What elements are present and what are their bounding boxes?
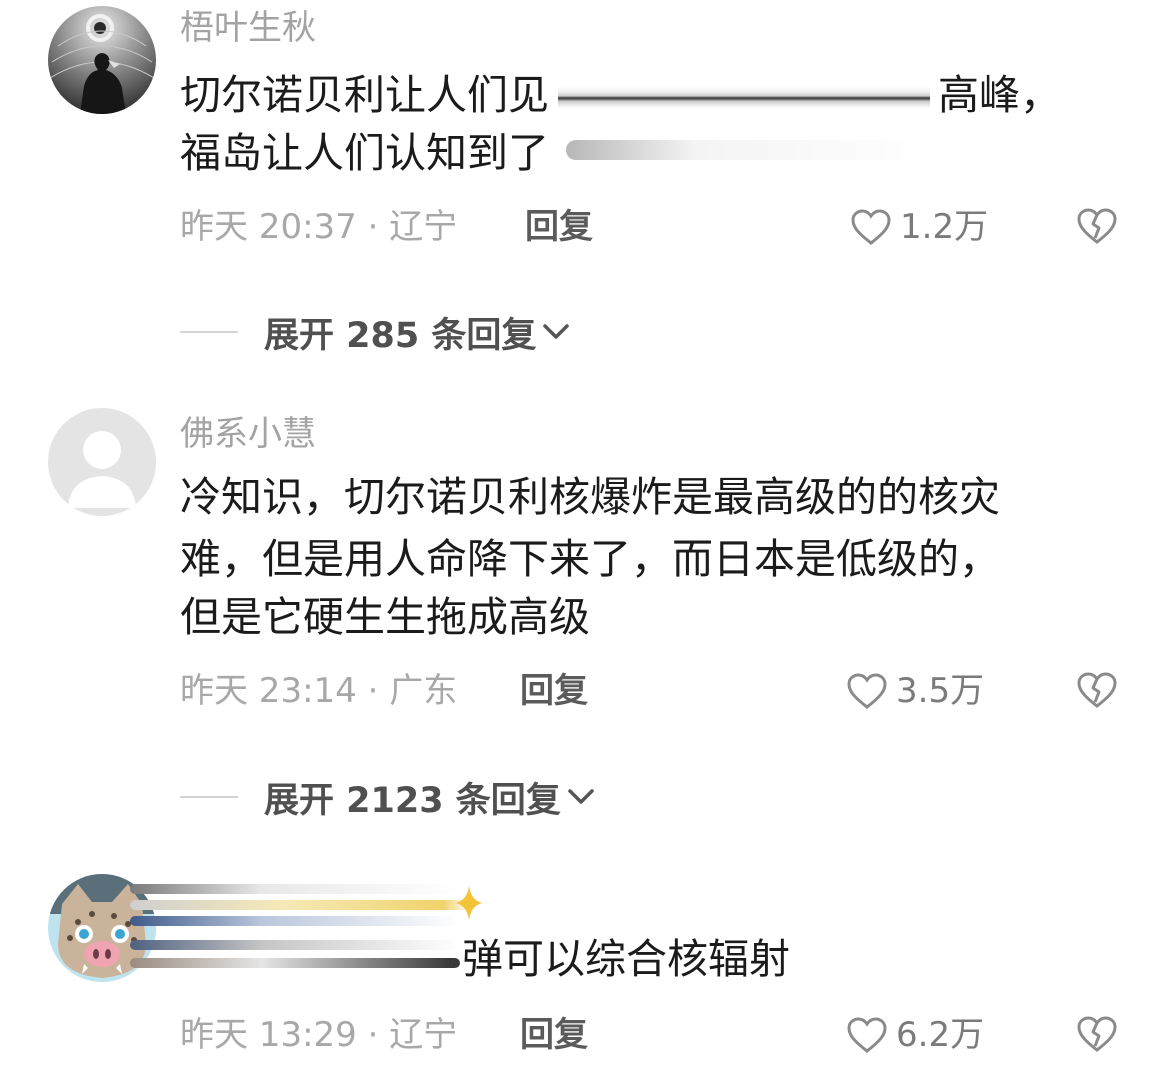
divider xyxy=(180,331,238,333)
heart-outline-icon xyxy=(851,209,891,245)
reply-button[interactable]: 回复 xyxy=(525,202,593,252)
comment-text-line: 冷知识，切尔诺贝利核爆炸是最高级的的核灾 xyxy=(180,473,1000,521)
redaction-mark xyxy=(130,940,460,950)
chevron-down-icon xyxy=(568,789,594,804)
expand-replies-label: 展开 285 条回复 xyxy=(264,315,537,356)
comment-meta: 昨天 23:14 · 广东 回复 3.5万 xyxy=(180,666,1140,716)
broken-heart-icon[interactable] xyxy=(1076,670,1118,710)
divider xyxy=(180,796,238,798)
broken-heart-icon[interactable] xyxy=(1076,1014,1118,1054)
comment-meta: 昨天 20:37 · 辽宁 回复 1.2万 xyxy=(180,202,1140,252)
comment-text-line: 但是它硬生生拖成高级 xyxy=(180,593,590,641)
expand-replies-button[interactable]: 展开 285 条回复 xyxy=(180,307,570,357)
heart-outline-icon xyxy=(847,673,887,709)
expand-replies-button[interactable]: 展开 2123 条回复 xyxy=(180,772,595,822)
comment-timestamp: 昨天 20:37 · 辽宁 xyxy=(180,207,458,247)
comment-author[interactable]: 梧叶生秋 xyxy=(180,8,316,48)
sparkle-icon xyxy=(456,886,482,920)
broken-heart-icon[interactable] xyxy=(1076,206,1118,246)
like-count: 1.2万 xyxy=(900,207,989,247)
redaction-mark xyxy=(566,140,936,160)
comment-text-line: 高峰， xyxy=(938,71,1061,119)
redaction-mark xyxy=(130,884,460,894)
avatar[interactable] xyxy=(48,6,156,114)
like-count: 6.2万 xyxy=(896,1015,985,1055)
like-button[interactable]: 6.2万 xyxy=(846,1010,984,1060)
comment-timestamp: 昨天 23:14 · 广东 xyxy=(180,671,458,711)
expand-replies-label: 展开 2123 条回复 xyxy=(264,780,561,821)
avatar[interactable] xyxy=(48,408,156,516)
comment-text-line: 切尔诺贝利让人们见 xyxy=(180,71,549,119)
like-button[interactable]: 3.5万 xyxy=(846,666,984,716)
like-button[interactable]: 1.2万 xyxy=(850,202,988,252)
redaction-mark xyxy=(130,916,460,926)
comment-text-line: 弹可以综合核辐射 xyxy=(462,935,790,983)
redaction-mark xyxy=(130,958,460,968)
reply-button[interactable]: 回复 xyxy=(520,1010,588,1060)
like-count: 3.5万 xyxy=(896,671,985,711)
chevron-down-icon xyxy=(543,324,570,339)
redaction-mark xyxy=(130,900,470,910)
comment-meta: 昨天 13:29 · 辽宁 回复 6.2万 xyxy=(180,1010,1140,1060)
comment-timestamp: 昨天 13:29 · 辽宁 xyxy=(180,1015,458,1055)
reply-button[interactable]: 回复 xyxy=(520,666,588,716)
redaction-mark xyxy=(558,86,930,108)
comment-text-line: 难，但是用人命降下来了，而日本是低级的， xyxy=(180,535,1000,583)
comment-text-line: 福岛让人们认知到了 xyxy=(180,129,549,177)
comment-author[interactable]: 佛系小慧 xyxy=(180,414,316,454)
heart-outline-icon xyxy=(847,1017,887,1053)
